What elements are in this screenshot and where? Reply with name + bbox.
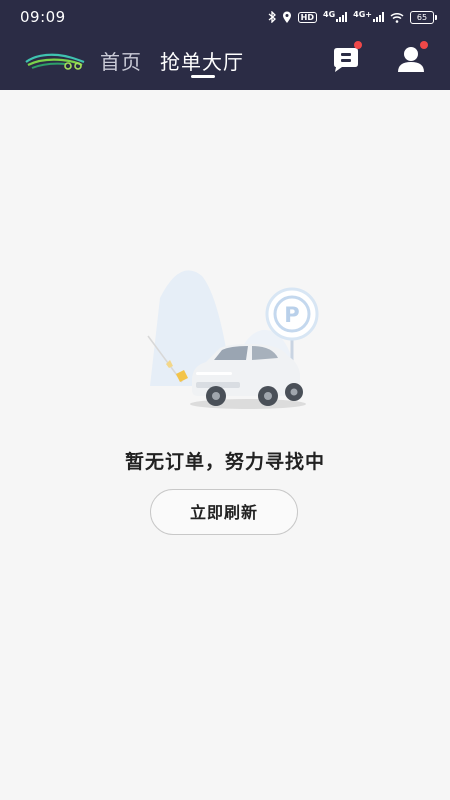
- notification-dot: [420, 41, 428, 49]
- wifi-icon: [390, 12, 404, 23]
- empty-state-message: 暂无订单，努力寻找中: [124, 451, 325, 473]
- active-tab-indicator: [191, 75, 215, 78]
- status-time: 09:09: [20, 8, 66, 26]
- network-type-1: 4G: [323, 10, 336, 19]
- nav-bar: 首页 抢单大厅: [0, 34, 450, 90]
- message-icon: [334, 48, 358, 72]
- parking-sign-letter: P: [284, 303, 299, 327]
- empty-parking-illustration: P: [147, 270, 319, 409]
- app-logo: [25, 53, 85, 70]
- signal-bars-icon: [373, 12, 384, 22]
- refresh-button[interactable]: 立即刷新: [150, 489, 298, 535]
- signal-bars-icon: [336, 12, 348, 22]
- top-bar: 09:09 HD 4G 4G+ 65 首页 抢单大厅: [0, 0, 450, 90]
- battery-icon: 65: [410, 10, 437, 24]
- tab-home[interactable]: 首页: [100, 46, 142, 75]
- status-icons: HD 4G 4G+ 65: [268, 9, 437, 25]
- signal-4g: 4G: [323, 10, 348, 22]
- tab-order-hall[interactable]: 抢单大厅: [160, 46, 244, 75]
- signal-4g-plus: 4G+: [353, 10, 384, 22]
- messages-button[interactable]: [332, 41, 362, 73]
- profile-button[interactable]: [396, 41, 428, 73]
- hd-badge: HD: [297, 11, 318, 23]
- status-bar: 09:09 HD 4G 4G+ 65: [0, 0, 450, 34]
- user-icon: [398, 47, 424, 72]
- bluetooth-icon: [268, 11, 276, 23]
- network-type-2: 4G+: [353, 10, 372, 19]
- notification-dot: [354, 41, 362, 49]
- location-icon: [282, 11, 291, 23]
